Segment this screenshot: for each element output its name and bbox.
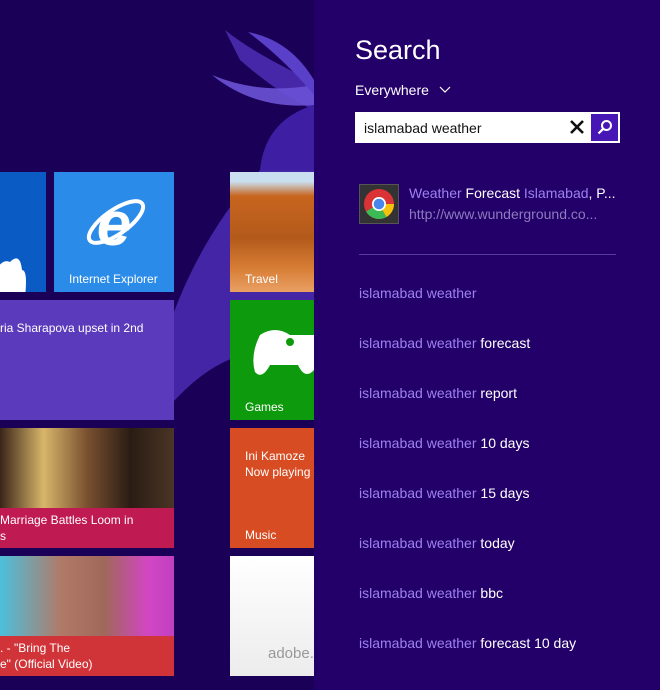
internet-explorer-tile[interactable]: e Internet Explorer <box>54 172 174 292</box>
news-tile[interactable]: ria Sharapova upset in 2nd <box>0 300 174 420</box>
news-headline: ria Sharapova upset in 2nd <box>0 321 144 335</box>
suggestion-rest-text: report <box>476 385 517 401</box>
travel-tile[interactable]: Travel <box>230 172 314 292</box>
search-scope-dropdown[interactable]: Everywhere <box>355 82 451 98</box>
suggestion-match-text: islamabad weather <box>359 385 477 401</box>
suggestion-rest-text: 10 days <box>476 435 530 451</box>
search-pane-title: Search <box>355 35 441 65</box>
search-scope-label: Everywhere <box>355 82 429 98</box>
suggestion-rest-text: 15 days <box>476 485 530 501</box>
news-headline: Marriage Battles Loom in <box>0 513 134 527</box>
suggestion-match-text: islamabad weather <box>359 485 477 501</box>
search-suggestion[interactable]: islamabad weather <box>359 285 477 301</box>
search-suggestion[interactable]: islamabad weather bbc <box>359 585 503 601</box>
close-icon <box>570 120 584 134</box>
music-tile[interactable]: Ini Kamoze Now playing Music <box>230 428 314 548</box>
suggestion-rest-text: bbc <box>476 585 503 601</box>
result-url: http://www.wunderground.co... <box>409 206 598 222</box>
search-pane: Search Everywhere Weather For <box>314 0 660 690</box>
chrome-icon <box>359 184 399 224</box>
suggestion-match-text: islamabad weather <box>359 285 477 301</box>
video-tile[interactable]: . - "Bring The e" (Official Video) <box>0 556 174 676</box>
search-go-button[interactable] <box>591 114 618 141</box>
result-title-part: Islamabad <box>523 185 589 201</box>
adobe-label: adobe. <box>268 645 314 662</box>
search-suggestion[interactable]: islamabad weather 10 days <box>359 435 529 451</box>
result-title-part: , P... <box>588 185 616 201</box>
result-title: Weather Forecast Islamabad, P... <box>409 185 616 201</box>
result-title-part: Forecast <box>461 185 524 201</box>
suggestion-rest-text: forecast 10 day <box>476 635 577 651</box>
news-headline-cont: s <box>0 529 6 543</box>
svg-text:e: e <box>97 190 131 259</box>
suggestion-rest-text: today <box>476 535 515 551</box>
suggestion-match-text: islamabad weather <box>359 635 477 651</box>
search-suggestion[interactable]: islamabad weather report <box>359 385 517 401</box>
tile-label: Internet Explorer <box>69 272 158 286</box>
adobe-tile[interactable]: adobe. <box>230 556 314 676</box>
search-suggestion[interactable]: islamabad weather 15 days <box>359 485 529 501</box>
video-title-cont: e" (Official Video) <box>0 657 93 671</box>
clear-search-button[interactable] <box>567 117 587 137</box>
suggestion-match-text: islamabad weather <box>359 585 477 601</box>
tile-label: Travel <box>245 272 278 286</box>
search-box <box>355 112 620 143</box>
tile-label: Games <box>245 400 284 414</box>
video-title: . - "Bring The <box>0 641 71 655</box>
result-title-part: Weather <box>409 185 462 201</box>
search-icon <box>597 120 612 135</box>
news-photo-tile[interactable]: Marriage Battles Loom in s <box>0 428 174 548</box>
suggestion-rest-text: forecast <box>476 335 531 351</box>
search-suggestion[interactable]: islamabad weather forecast 10 day <box>359 635 576 651</box>
suggestion-match-text: islamabad weather <box>359 335 477 351</box>
onedrive-tile[interactable] <box>0 172 46 292</box>
tile-label: Music <box>245 528 277 542</box>
suggestion-match-text: islamabad weather <box>359 435 477 451</box>
games-tile[interactable]: Games <box>230 300 314 420</box>
results-divider <box>359 254 616 255</box>
video-thumbnail <box>0 556 174 636</box>
top-result[interactable]: Weather Forecast Islamabad, P... http://… <box>359 184 619 224</box>
start-screen: e Internet Explorer Travel ria Sharapova… <box>0 0 314 690</box>
cloud-icon <box>0 258 26 292</box>
search-suggestion[interactable]: islamabad weather today <box>359 535 515 551</box>
search-suggestion[interactable]: islamabad weather forecast <box>359 335 530 351</box>
chevron-down-icon <box>439 86 451 93</box>
search-input[interactable] <box>364 112 584 143</box>
music-status: Now playing <box>245 465 311 479</box>
suggestion-match-text: islamabad weather <box>359 535 477 551</box>
music-artist: Ini Kamoze <box>245 449 306 463</box>
news-photo <box>0 428 174 508</box>
